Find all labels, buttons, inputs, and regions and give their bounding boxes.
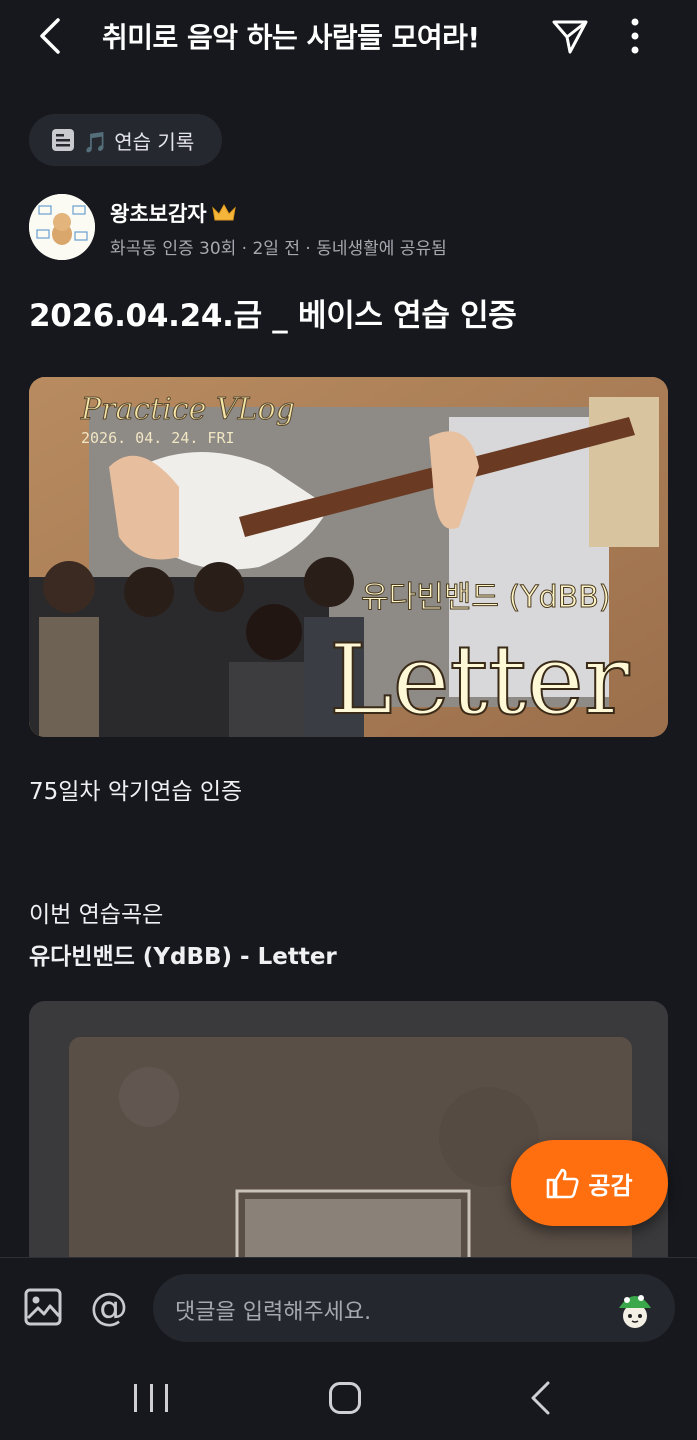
band-name: 유다빈밴드 (YdBB) [361, 580, 610, 615]
crown-icon [211, 203, 236, 221]
at-sign-icon: @ [90, 1285, 128, 1329]
chevron-left-icon [40, 18, 60, 54]
emoji-sticker-icon[interactable] [613, 1286, 657, 1330]
avatar-image [29, 194, 95, 260]
top-app-bar: 취미로 음악 하는 사람들 모여라! [0, 0, 697, 72]
thumbnail-artwork: Practice VLog 2026. 04. 24. FRI 유다빈밴드 (Y… [29, 377, 668, 737]
back-button[interactable] [30, 14, 70, 58]
like-label: 공감 [588, 1171, 633, 1200]
recents-icon-bar [149, 1384, 153, 1412]
post-body-line: 이번 연습곡은 [29, 902, 164, 928]
attach-image-button[interactable] [22, 1286, 64, 1328]
system-nav-bar [0, 1354, 697, 1440]
image-icon [24, 1288, 62, 1326]
send-icon [552, 20, 588, 54]
category-chip[interactable]: 🎵 연습 기록 [29, 114, 222, 166]
vlog-title: Practice VLog [80, 392, 295, 427]
post-body-line: 75일차 악기연습 인증 [29, 779, 243, 805]
recents-icon-bar [165, 1384, 168, 1412]
comment-bar: @ 댓글을 입력해주세요. [0, 1257, 697, 1354]
vlog-date: 2026. 04. 24. FRI [81, 429, 235, 447]
category-label: 🎵 연습 기록 [83, 129, 195, 154]
like-button[interactable]: 공감 [511, 1140, 668, 1226]
page-title: 취미로 음악 하는 사람들 모여라! [102, 21, 480, 54]
more-vertical-icon [631, 18, 639, 54]
more-options-button[interactable] [614, 12, 656, 60]
avatar[interactable] [29, 194, 95, 260]
mention-button[interactable]: @ [86, 1284, 132, 1330]
song-title: Letter [329, 624, 630, 736]
post-body-song: 유다빈밴드 (YdBB) - Letter [29, 944, 337, 970]
author-meta: 화곡동 인증 30회 · 2일 전 · 동네생활에 공유됨 [110, 239, 447, 259]
recents-icon [134, 1384, 137, 1412]
recent-apps-button[interactable] [134, 1384, 168, 1412]
home-button[interactable] [329, 1382, 361, 1414]
post-title: 2026.04.24.금 _ 베이스 연습 인증 [29, 298, 517, 334]
system-back-icon[interactable] [528, 1380, 552, 1416]
comment-placeholder: 댓글을 입력해주세요. [175, 1300, 372, 1325]
author-name: 왕초보감자 [110, 202, 207, 226]
thumbs-up-icon [547, 1168, 579, 1199]
video-thumbnail[interactable]: Practice VLog 2026. 04. 24. FRI 유다빈밴드 (Y… [29, 377, 668, 737]
share-button[interactable] [546, 12, 594, 60]
author-name-row[interactable]: 왕초보감자 [110, 198, 237, 228]
board-icon [52, 129, 74, 151]
comment-input[interactable]: 댓글을 입력해주세요. [153, 1274, 675, 1342]
